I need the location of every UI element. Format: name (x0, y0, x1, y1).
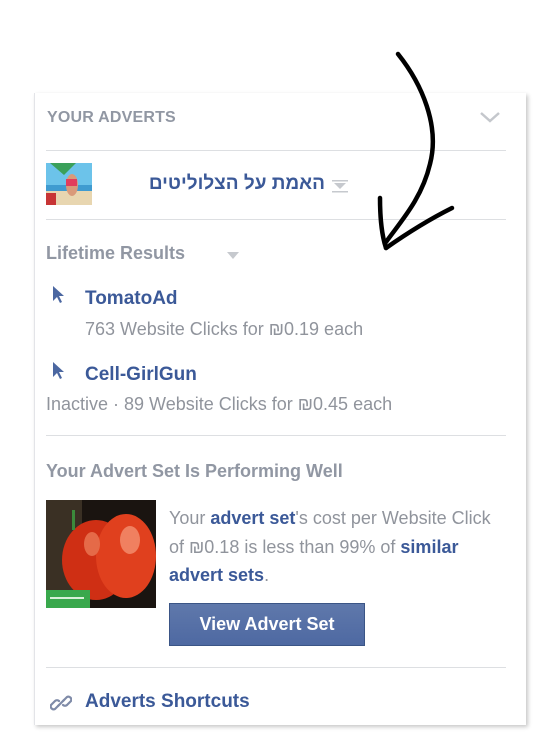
divider (46, 667, 506, 668)
panel-title: YOUR ADVERTS (47, 109, 176, 126)
advert-set-link[interactable]: advert set (210, 508, 295, 528)
ad-account-name[interactable]: האמת על הצלוליטים (99, 173, 325, 195)
hand-drawn-arrow (377, 51, 455, 251)
lifetime-results-title[interactable]: Lifetime Results (46, 243, 185, 264)
advert-set-thumbnail[interactable] (46, 500, 156, 608)
performance-title: Your Advert Set Is Performing Well (46, 461, 343, 481)
cursor-icon (53, 286, 64, 303)
ad-name-link[interactable]: TomatoAd (85, 288, 178, 310)
ad-name-link[interactable]: Cell-GirlGun (85, 364, 197, 386)
divider (46, 435, 506, 436)
caret-down-icon[interactable] (331, 177, 349, 193)
ad-stats: Inactive · 89 Website Clicks for ₪0.45 e… (46, 394, 393, 414)
caret-down-icon[interactable] (226, 251, 240, 261)
chevron-down-icon[interactable] (479, 110, 501, 124)
performance-message: Your advert set's cost per Website Click… (169, 508, 491, 585)
ad-stats: 763 Website Clicks for ₪0.19 each (85, 319, 364, 339)
cursor-icon (53, 362, 64, 379)
adverts-shortcuts-link[interactable]: Adverts Shortcuts (85, 691, 250, 713)
view-advert-set-button[interactable]: View Advert Set (169, 603, 365, 646)
account-thumbnail[interactable] (46, 163, 92, 205)
link-icon (50, 695, 72, 711)
